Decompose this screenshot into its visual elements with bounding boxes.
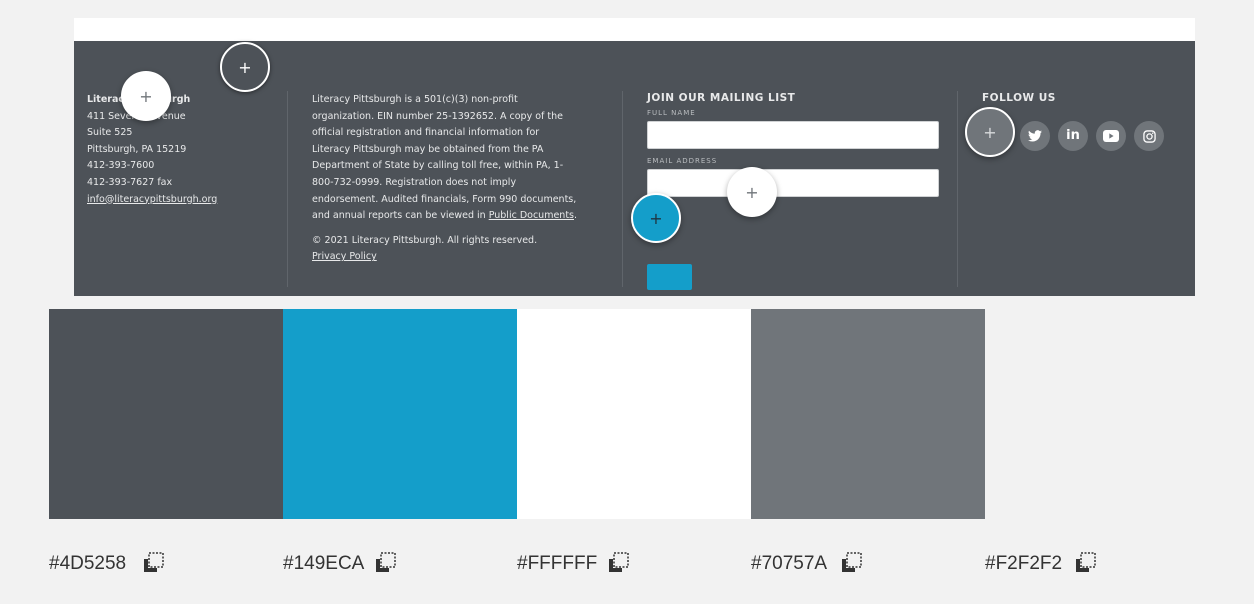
color-marker-white[interactable]: + xyxy=(121,71,171,121)
follow-us-heading: FOLLOW US xyxy=(982,92,1056,104)
full-name-label: FULL NAME xyxy=(647,109,696,117)
address-line-2: Suite 525 xyxy=(87,127,133,139)
youtube-icon[interactable] xyxy=(1096,121,1126,151)
hex-code-label: #FFFFFF xyxy=(517,553,598,574)
linkedin-icon[interactable]: in xyxy=(1058,121,1088,151)
instagram-icon[interactable] xyxy=(1134,121,1164,151)
plus-icon: + xyxy=(649,208,663,228)
address-city: Pittsburgh, PA 15219 xyxy=(87,143,187,155)
copy-icon[interactable] xyxy=(142,552,164,574)
org-name: Literacy Pittsburgh xyxy=(87,94,190,105)
twitter-icon[interactable] xyxy=(1020,121,1050,151)
hex-code-label: #149ECA xyxy=(283,553,365,574)
color-swatch[interactable] xyxy=(517,309,751,519)
phone-number: 412-393-7600 xyxy=(87,160,155,172)
column-divider xyxy=(622,91,623,287)
disclosure-column: Literacy Pittsburgh is a 501(c)(3) non-p… xyxy=(312,92,608,266)
column-divider xyxy=(957,91,958,287)
hex-code-label: #70757A xyxy=(751,553,828,574)
mailing-list-heading: JOIN OUR MAILING LIST xyxy=(647,92,796,104)
color-swatch[interactable] xyxy=(283,309,517,519)
copy-icon[interactable] xyxy=(607,552,629,574)
disclosure-line: organization. EIN number 25-1392652. A c… xyxy=(312,110,563,122)
public-documents-link[interactable]: Public Documents xyxy=(489,210,574,221)
copy-icon[interactable] xyxy=(374,552,396,574)
color-marker-gray[interactable]: + xyxy=(965,107,1015,157)
plus-icon: + xyxy=(983,122,997,142)
disclosure-line: Literacy Pittsburgh may be obtained from… xyxy=(312,143,544,155)
plus-icon: + xyxy=(238,57,252,77)
copy-icon[interactable] xyxy=(1074,552,1096,574)
plus-icon: + xyxy=(745,182,759,202)
privacy-policy-link[interactable]: Privacy Policy xyxy=(312,249,608,266)
full-name-input[interactable] xyxy=(647,121,939,149)
fax-number: 412-393-7627 fax xyxy=(87,176,173,188)
email-link[interactable]: info@literacypittsburgh.org xyxy=(87,192,282,209)
disclosure-line: Department of State by calling toll free… xyxy=(312,160,564,172)
color-swatch[interactable] xyxy=(751,309,985,519)
plus-icon: + xyxy=(139,86,153,106)
copy-icon[interactable] xyxy=(840,552,862,574)
color-marker-white[interactable]: + xyxy=(727,167,777,217)
disclosure-line: 800-732-0999. Registration does not impl… xyxy=(312,176,517,188)
color-swatch[interactable] xyxy=(49,309,283,519)
color-marker-blue[interactable]: + xyxy=(631,193,681,243)
disclosure-line: official registration and financial info… xyxy=(312,127,540,139)
color-swatch[interactable] xyxy=(985,309,1219,519)
copyright-text: © 2021 Literacy Pittsburgh. All rights r… xyxy=(312,234,538,246)
social-column: FOLLOW US f in xyxy=(982,92,1182,151)
email-address-input[interactable] xyxy=(647,169,939,197)
column-divider xyxy=(287,91,288,287)
disclosure-line: Literacy Pittsburgh is a 501(c)(3) non-p… xyxy=(312,94,518,105)
mailing-list-column: JOIN OUR MAILING LIST FULL NAME EMAIL AD… xyxy=(647,92,947,290)
email-address-label: EMAIL ADDRESS xyxy=(647,157,718,165)
hex-code-label: #F2F2F2 xyxy=(985,553,1063,574)
color-marker-dark[interactable]: + xyxy=(220,42,270,92)
disclosure-period: . xyxy=(574,210,578,222)
contact-column: Literacy Pittsburgh 411 Seventh Avenue S… xyxy=(87,92,282,208)
hex-code-label: #4D5258 xyxy=(49,553,127,574)
disclosure-line: endorsement. Audited financials, Form 99… xyxy=(312,193,577,205)
subscribe-button[interactable] xyxy=(647,264,692,290)
address-line-1: 411 Seventh Avenue xyxy=(87,110,186,122)
disclosure-last-line: and annual reports can be viewed in Publ… xyxy=(312,208,608,225)
disclosure-text: and annual reports can be viewed in xyxy=(312,210,489,222)
